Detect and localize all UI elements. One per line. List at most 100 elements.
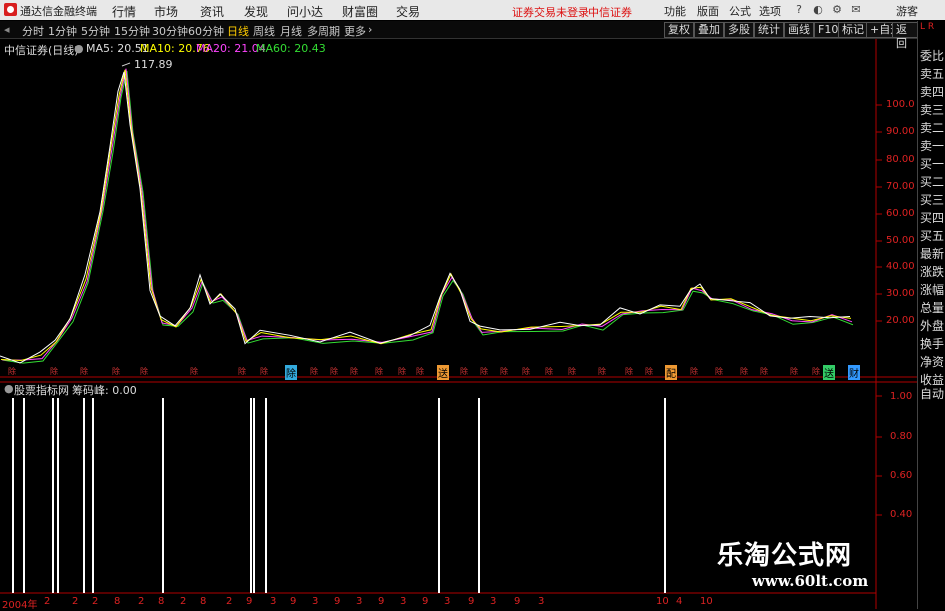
panel-item[interactable]: 涨跌 xyxy=(920,263,944,280)
ex-dividend-marker[interactable]: 除 xyxy=(500,366,508,377)
period-monthly[interactable]: 月线 xyxy=(280,23,302,39)
ex-dividend-marker[interactable]: 除 xyxy=(350,366,358,377)
ex-dividend-marker[interactable]: 除 xyxy=(238,366,246,377)
panel-item[interactable]: 最新 xyxy=(920,245,944,262)
period-weekly[interactable]: 周线 xyxy=(253,23,275,39)
menu-wenxiaoda[interactable]: 问小达 xyxy=(287,3,323,20)
period-daily[interactable]: 日线 xyxy=(227,23,249,39)
corporate-event-marker[interactable]: 送 xyxy=(823,365,835,380)
ex-dividend-marker[interactable]: 除 xyxy=(645,366,653,377)
period-1min[interactable]: 1分钟 xyxy=(48,23,77,39)
ex-dividend-marker[interactable]: 除 xyxy=(690,366,698,377)
ex-dividend-marker[interactable]: 除 xyxy=(310,366,318,377)
panel-item[interactable]: 卖三 xyxy=(920,101,944,118)
ex-dividend-marker[interactable]: 除 xyxy=(50,366,58,377)
panel-item[interactable]: 买五 xyxy=(920,227,944,244)
menu-functions[interactable]: 功能 xyxy=(664,3,686,19)
settings-icon[interactable]: ⚙ xyxy=(830,3,844,16)
x-tick-label: 3 xyxy=(444,596,451,607)
ex-dividend-marker[interactable]: 除 xyxy=(80,366,88,377)
ex-dividend-marker[interactable]: 除 xyxy=(190,366,198,377)
menu-hangqing[interactable]: 行情 xyxy=(112,3,136,20)
broker-login-status[interactable]: 证券交易未登录 xyxy=(512,4,589,20)
period-fenshi[interactable]: 分时 xyxy=(22,23,44,39)
broker-name[interactable]: 中信证券 xyxy=(588,4,632,20)
panel-item[interactable]: 换手 xyxy=(920,335,944,352)
help-icon[interactable]: ? xyxy=(792,3,806,16)
user-guest[interactable]: 游客 xyxy=(896,3,918,19)
ex-dividend-marker[interactable]: 除 xyxy=(330,366,338,377)
panel-item[interactable]: 总量 xyxy=(920,299,944,316)
mark-button[interactable]: 标记 xyxy=(838,22,868,38)
ex-dividend-marker[interactable]: 除 xyxy=(715,366,723,377)
period-5min[interactable]: 5分钟 xyxy=(81,23,110,39)
menu-news[interactable]: 资讯 xyxy=(200,3,224,20)
x-tick-label: 3 xyxy=(400,596,407,607)
restore-rights-button[interactable]: 复权 xyxy=(664,22,694,38)
app-title: 通达信金融终端 xyxy=(20,5,97,18)
menu-wealth[interactable]: 财富圈 xyxy=(342,3,378,20)
kline-chart[interactable] xyxy=(0,39,917,609)
panel-item[interactable]: 卖二 xyxy=(920,119,944,136)
panel-item[interactable]: 买四 xyxy=(920,209,944,226)
ex-dividend-marker[interactable]: 除 xyxy=(375,366,383,377)
back-button[interactable]: 返回 xyxy=(892,22,920,50)
corporate-event-marker[interactable]: 除 xyxy=(285,365,297,380)
ex-dividend-marker[interactable]: 除 xyxy=(140,366,148,377)
ex-dividend-marker[interactable]: 除 xyxy=(460,366,468,377)
menu-layout[interactable]: 版面 xyxy=(697,3,719,19)
ex-dividend-marker[interactable]: 除 xyxy=(8,366,16,377)
panel-item[interactable]: 卖五 xyxy=(920,65,944,82)
ex-dividend-marker[interactable]: 除 xyxy=(625,366,633,377)
chevron-right-icon[interactable]: › xyxy=(368,23,372,36)
ex-dividend-marker[interactable]: 除 xyxy=(740,366,748,377)
menu-market[interactable]: 市场 xyxy=(154,3,178,20)
menu-trade[interactable]: 交易 xyxy=(396,3,420,20)
ex-dividend-marker[interactable]: 除 xyxy=(760,366,768,377)
ind-y-tick-1: 1.00 xyxy=(890,391,913,402)
panel-item[interactable]: 买三 xyxy=(920,191,944,208)
period-more[interactable]: 更多 xyxy=(344,23,366,39)
ex-dividend-marker[interactable]: 除 xyxy=(522,366,530,377)
period-multi[interactable]: 多周期 xyxy=(307,23,340,39)
menu-discover[interactable]: 发现 xyxy=(244,3,268,20)
indicator-name: 股票指标网 xyxy=(14,384,69,397)
mail-icon[interactable]: ✉ xyxy=(849,3,863,16)
menu-options[interactable]: 选项 xyxy=(759,3,781,19)
ex-dividend-marker[interactable]: 除 xyxy=(812,366,820,377)
panel-item[interactable]: 涨幅 xyxy=(920,281,944,298)
multi-stock-button[interactable]: 多股 xyxy=(724,22,754,38)
x-tick-label: 4 xyxy=(676,596,683,607)
panel-item[interactable]: 委比 xyxy=(920,47,944,64)
corporate-event-marker[interactable]: 送 xyxy=(437,365,449,380)
statistics-button[interactable]: 统计 xyxy=(754,22,784,38)
panel-item[interactable]: 卖四 xyxy=(920,83,944,100)
ex-dividend-marker[interactable]: 除 xyxy=(112,366,120,377)
period-60min[interactable]: 60分钟 xyxy=(188,23,224,39)
ex-dividend-marker[interactable]: 除 xyxy=(260,366,268,377)
ex-dividend-marker[interactable]: 除 xyxy=(790,366,798,377)
left-arrow-icon[interactable]: ◂ xyxy=(4,23,10,36)
ex-dividend-marker[interactable]: 除 xyxy=(480,366,488,377)
skin-icon[interactable]: ◐ xyxy=(811,3,825,16)
overlay-button[interactable]: 叠加 xyxy=(694,22,724,38)
period-30min[interactable]: 30分钟 xyxy=(152,23,188,39)
panel-auto-button[interactable]: 自动 xyxy=(920,385,944,402)
ex-dividend-marker[interactable]: 除 xyxy=(598,366,606,377)
corporate-event-marker[interactable]: 配 xyxy=(665,365,677,380)
ex-dividend-marker[interactable]: 除 xyxy=(545,366,553,377)
panel-item[interactable]: 外盘 xyxy=(920,317,944,334)
panel-item[interactable]: 买一 xyxy=(920,155,944,172)
panel-item[interactable]: 卖一 xyxy=(920,137,944,154)
draw-line-button[interactable]: 画线 xyxy=(784,22,814,38)
ex-dividend-marker[interactable]: 除 xyxy=(416,366,424,377)
ind-y-tick-08: 0.80 xyxy=(890,431,913,442)
corporate-event-marker[interactable]: 财 xyxy=(848,365,860,380)
panel-lr-label[interactable]: L R xyxy=(920,22,934,32)
panel-item[interactable]: 净资 xyxy=(920,353,944,370)
panel-item[interactable]: 买二 xyxy=(920,173,944,190)
menu-formula[interactable]: 公式 xyxy=(729,3,751,19)
ex-dividend-marker[interactable]: 除 xyxy=(568,366,576,377)
period-15min[interactable]: 15分钟 xyxy=(114,23,150,39)
ex-dividend-marker[interactable]: 除 xyxy=(398,366,406,377)
